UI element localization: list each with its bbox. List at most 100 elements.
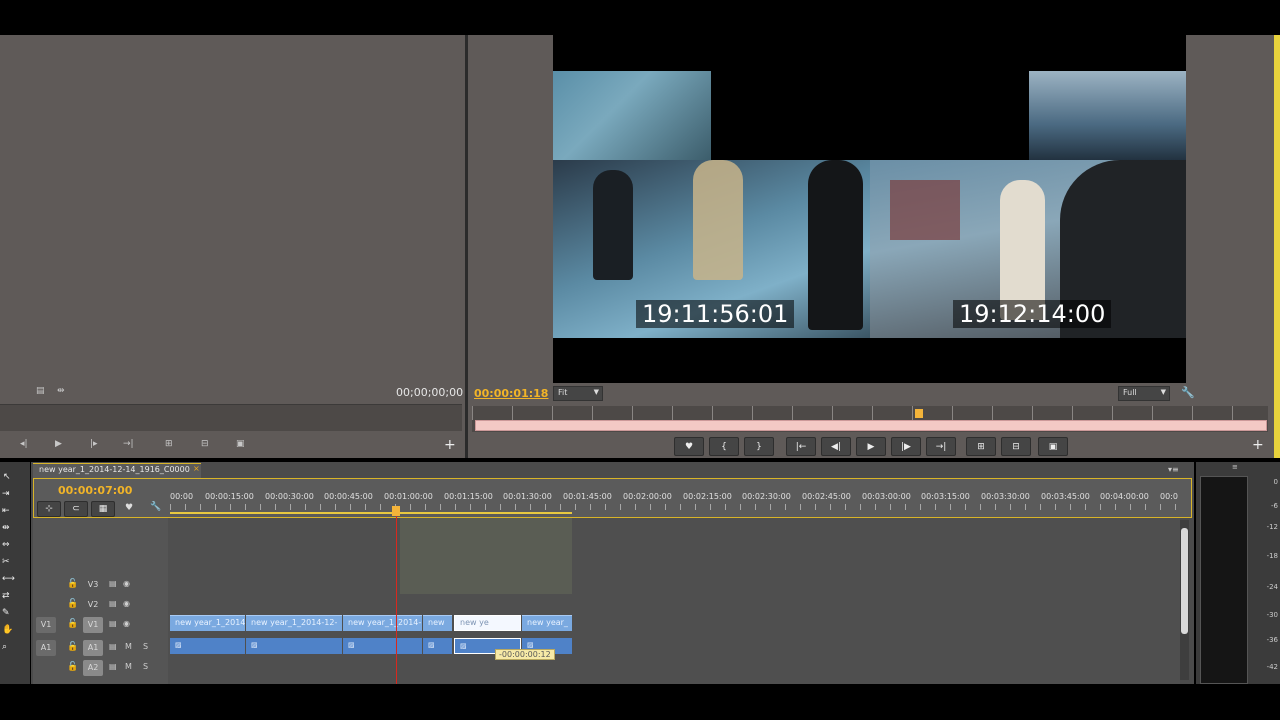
panel-menu-icon[interactable]: ▾≡ (1168, 465, 1179, 474)
mute-button[interactable]: M (125, 642, 132, 651)
source-a1-label[interactable]: A1 (36, 640, 56, 656)
lock-icon[interactable]: 🔓 (67, 599, 78, 609)
slide-tool-icon[interactable]: ⇄ (2, 591, 10, 601)
track-v3-label[interactable]: V3 (83, 577, 103, 593)
zoom-tool-icon[interactable]: ⌕ (2, 642, 7, 652)
audio-clip[interactable]: ▨ (423, 638, 452, 654)
timeline-current-time[interactable]: 00:00:07:00 (58, 484, 132, 497)
linked-selection-button[interactable]: ⊂ (64, 501, 88, 517)
overwrite-clip-icon[interactable]: ⊟ (201, 439, 209, 449)
pen-tool-icon[interactable]: ✎ (2, 608, 10, 618)
rolling-edit-tool-icon[interactable]: ⇹ (2, 523, 10, 533)
video-clip-selected[interactable]: new ye (454, 615, 521, 631)
add-button-icon[interactable]: + (1252, 437, 1264, 453)
export-frame-icon[interactable]: ▣ (236, 439, 245, 449)
inout-highlight (400, 518, 572, 594)
snap-button[interactable]: ⊹ (37, 501, 61, 517)
razor-tool-icon[interactable]: ✂ (2, 557, 10, 567)
hand-tool-icon[interactable]: ✋ (2, 625, 13, 635)
video-clip[interactable]: new year_ (522, 615, 572, 631)
sync-icon[interactable]: ▤ (109, 642, 117, 651)
mark-in-button[interactable]: { (709, 437, 739, 456)
track-a1-label[interactable]: A1 (83, 640, 103, 656)
work-area-bar[interactable] (170, 512, 572, 514)
sync-icon[interactable]: ▤ (109, 579, 117, 588)
time-ruler[interactable]: 00:00 00:00:15:00 00:00:30:00 00:00:45:0… (170, 492, 1180, 516)
marker-icon[interactable]: ♥ (125, 503, 133, 513)
timeline-settings-icon[interactable]: 🔧 (150, 502, 161, 512)
timeline-vertical-scrollbar[interactable] (1180, 520, 1189, 680)
sequence-area[interactable] (168, 518, 1180, 684)
program-video-frame[interactable]: 19:11:56:01 19:12:14:00 (553, 35, 1186, 383)
timeline-tools: ⊹ ⊂ ▦ ♥ 🔧 (37, 501, 167, 517)
export-frame-button[interactable]: ▣ (1038, 437, 1068, 456)
source-v1-label[interactable]: V1 (36, 617, 56, 633)
wrench-icon[interactable]: 🔧 (1181, 386, 1195, 399)
rate-stretch-tool-icon[interactable]: ⇔ (2, 540, 10, 550)
eye-icon[interactable]: ◉ (123, 579, 130, 588)
step-back-icon[interactable]: ◂| (20, 439, 28, 449)
settings-icon[interactable]: ▤ (36, 386, 45, 396)
lock-icon[interactable]: 🔓 (67, 619, 78, 629)
track-v2-label[interactable]: V2 (83, 597, 103, 613)
mute-button[interactable]: M (125, 662, 132, 671)
eye-icon[interactable]: ◉ (123, 619, 130, 628)
add-marker-button[interactable]: ♥ (674, 437, 704, 456)
track-v3: 🔓 V3 ▤ ◉ (35, 576, 168, 595)
add-marker-timeline-button[interactable]: ▦ (91, 501, 115, 517)
selection-tool-icon[interactable]: ↖ (3, 472, 11, 482)
track-v1-label[interactable]: V1 (83, 617, 103, 633)
playhead-marker[interactable] (915, 409, 923, 418)
eye-icon[interactable]: ◉ (123, 599, 130, 608)
audio-clip[interactable]: ▨ (343, 638, 422, 654)
zoom-select[interactable]: Fit ▼ (553, 386, 603, 401)
sync-icon[interactable]: ▤ (109, 619, 117, 628)
program-timecode[interactable]: 00:00:01:18 (474, 387, 548, 400)
mark-out-button[interactable]: } (744, 437, 774, 456)
audio-clip[interactable]: ▨ (246, 638, 342, 654)
sync-icon[interactable]: ▤ (109, 599, 117, 608)
video-clip[interactable]: new (423, 615, 452, 631)
insert-icon[interactable]: ⇹ (57, 386, 65, 396)
solo-button[interactable]: S (143, 662, 148, 671)
source-timecode[interactable]: 00;00;00;00 (396, 386, 463, 399)
lift-button[interactable]: ⊞ (966, 437, 996, 456)
close-icon[interactable]: × (193, 464, 200, 473)
source-scrubber[interactable] (0, 404, 462, 431)
go-to-out-icon[interactable]: →| (123, 439, 134, 449)
go-to-out-button[interactable]: →| (926, 437, 956, 456)
audio-clip[interactable]: ▨ (170, 638, 245, 654)
ruler-label: 00:01:00:00 (384, 492, 433, 501)
play-icon[interactable]: ▶ (55, 439, 62, 449)
trim-tooltip: -00:00:00:12 (495, 649, 555, 660)
resolution-select[interactable]: Full ▼ (1118, 386, 1170, 401)
timeline-playhead-marker[interactable] (392, 506, 400, 516)
scrubber-zoom-bar[interactable] (475, 420, 1267, 431)
slip-tool-icon[interactable]: ⟷ (2, 574, 15, 584)
lock-icon[interactable]: 🔓 (67, 579, 78, 589)
solo-button[interactable]: S (143, 642, 148, 651)
step-back-button[interactable]: ◀| (821, 437, 851, 456)
extract-button[interactable]: ⊟ (1001, 437, 1031, 456)
lock-icon[interactable]: 🔓 (67, 662, 78, 672)
go-to-in-button[interactable]: |← (786, 437, 816, 456)
step-forward-icon[interactable]: |▸ (90, 439, 98, 449)
insert-clip-icon[interactable]: ⊞ (165, 439, 173, 449)
play-button[interactable]: ▶ (856, 437, 886, 456)
scroll-thumb[interactable] (1181, 528, 1188, 634)
lock-icon[interactable]: 🔓 (67, 642, 78, 652)
add-button-icon[interactable]: + (444, 437, 456, 453)
fx-badge-icon: ▨ (428, 641, 435, 649)
video-clip[interactable]: new year_1_2014- (343, 615, 422, 631)
step-forward-button[interactable]: |▶ (891, 437, 921, 456)
ripple-edit-tool-icon[interactable]: ⇤ (2, 506, 10, 516)
video-tile-top-right (1029, 71, 1186, 160)
meter-menu-icon[interactable]: ≡ (1232, 463, 1238, 471)
video-clip[interactable]: new year_1_2014-12- (246, 615, 342, 631)
program-scrubber[interactable] (472, 406, 1268, 432)
track-a2-label[interactable]: A2 (83, 660, 103, 676)
sync-icon[interactable]: ▤ (109, 662, 117, 671)
video-clip[interactable]: new year_1_2014- (170, 615, 245, 631)
sequence-tab[interactable]: new year_1_2014-12-14_1916_C0000 × (33, 463, 201, 478)
track-select-tool-icon[interactable]: ⇥ (2, 489, 10, 499)
